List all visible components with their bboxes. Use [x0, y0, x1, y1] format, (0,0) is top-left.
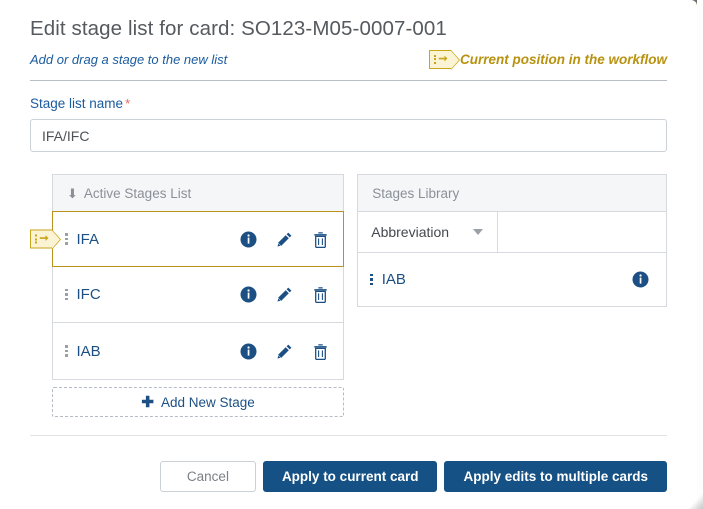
stages-library-column: Stages Library Abbreviation IAB — [357, 174, 667, 417]
info-icon[interactable] — [239, 342, 257, 360]
cancel-button[interactable]: Cancel — [159, 461, 256, 492]
legend-label: Current position in the workflow — [460, 51, 667, 67]
row-actions — [239, 342, 329, 360]
info-icon[interactable] — [631, 271, 649, 289]
arrow-down-icon: ⬇ — [67, 185, 78, 201]
abbreviation-select[interactable]: Abbreviation — [358, 212, 499, 252]
screen-root: Edit stage list for card: SO123-M05-0007… — [0, 0, 703, 509]
trash-icon[interactable] — [311, 286, 329, 304]
info-icon[interactable] — [239, 286, 257, 304]
trash-icon[interactable] — [311, 230, 329, 248]
drag-handle-icon[interactable] — [65, 345, 68, 357]
table-row[interactable]: IFC — [53, 267, 344, 323]
stage-list-name-label: Stage list name * — [30, 96, 130, 111]
drag-handle-icon[interactable] — [65, 233, 68, 245]
marker-arrow-icon: ➞ — [438, 52, 448, 65]
apply-edits-to-multiple-cards-button[interactable]: Apply edits to multiple cards — [444, 461, 667, 492]
marker-dots-icon — [434, 54, 437, 64]
dialog-corner-shadow — [687, 493, 703, 509]
stage-name: IFA — [76, 230, 100, 248]
backdrop-right-edge — [697, 0, 703, 509]
marker-arrow-icon: ➞ — [39, 232, 49, 245]
edit-stage-list-dialog: Edit stage list for card: SO123-M05-0007… — [0, 0, 697, 509]
dialog-subtitle: Add or drag a stage to the new list — [30, 51, 228, 67]
row-actions — [239, 230, 329, 248]
library-filter-empty-cell — [498, 212, 666, 252]
stages-library-header-label: Stages Library — [372, 185, 460, 201]
active-stages-header: ⬇ Active Stages List — [53, 175, 344, 212]
current-position-legend: ➞ Current position in the workflow — [429, 49, 667, 70]
page-title: Edit stage list for card: SO123-M05-0007… — [30, 17, 447, 40]
pencil-icon[interactable] — [275, 230, 293, 248]
stage-list-name-input[interactable] — [30, 119, 667, 152]
dialog-subheader: Add or drag a stage to the new list ➞ Cu… — [30, 48, 667, 70]
info-icon[interactable] — [239, 230, 257, 248]
stage-list-name-label-text: Stage list name — [30, 96, 124, 111]
dialog-footer: Cancel Apply to current card Apply edits… — [159, 461, 667, 492]
add-new-stage-label: Add New Stage — [161, 394, 255, 410]
active-stages-header-label: Active Stages List — [83, 185, 192, 201]
trash-icon[interactable] — [311, 342, 329, 360]
current-position-marker-icon: ➞ — [429, 49, 460, 70]
stage-name: IAB — [76, 342, 101, 360]
stages-library-panel: Stages Library Abbreviation IAB — [357, 174, 667, 307]
current-position-pennant: ➞ — [30, 229, 61, 250]
drag-handle-icon[interactable] — [370, 273, 373, 286]
library-stage-name: IAB — [381, 271, 406, 288]
library-filter-row: Abbreviation — [358, 212, 666, 253]
plus-icon: ✚ — [141, 393, 154, 411]
abbreviation-select-value: Abbreviation — [371, 224, 450, 240]
active-stages-column: ⬇ Active Stages List ➞ IFA IFC IAB ✚ Add… — [30, 174, 345, 417]
footer-divider — [30, 435, 667, 436]
chevron-down-icon — [473, 229, 484, 235]
header-divider — [30, 80, 667, 81]
required-asterisk: * — [125, 96, 131, 111]
marker-dots-icon — [35, 234, 38, 244]
pencil-icon[interactable] — [275, 286, 293, 304]
pencil-icon[interactable] — [275, 342, 293, 360]
panels-container: ⬇ Active Stages List ➞ IFA IFC IAB ✚ Add… — [30, 174, 667, 417]
apply-to-current-card-button[interactable]: Apply to current card — [262, 461, 438, 492]
stage-name: IFC — [76, 286, 101, 303]
table-row[interactable]: ➞ IFA — [30, 211, 345, 267]
current-position-marker-icon: ➞ — [30, 229, 61, 250]
table-row[interactable]: IAB — [53, 323, 344, 379]
stage-list-name-field: Stage list name * — [30, 95, 667, 152]
drag-handle-icon[interactable] — [65, 288, 68, 301]
add-new-stage-button[interactable]: ✚ Add New Stage — [52, 387, 345, 417]
row-actions — [239, 286, 329, 304]
stages-library-header: Stages Library — [358, 175, 666, 212]
list-item[interactable]: IAB — [358, 253, 666, 306]
active-stages-panel: ⬇ Active Stages List ➞ IFA IFC IAB — [30, 174, 345, 380]
